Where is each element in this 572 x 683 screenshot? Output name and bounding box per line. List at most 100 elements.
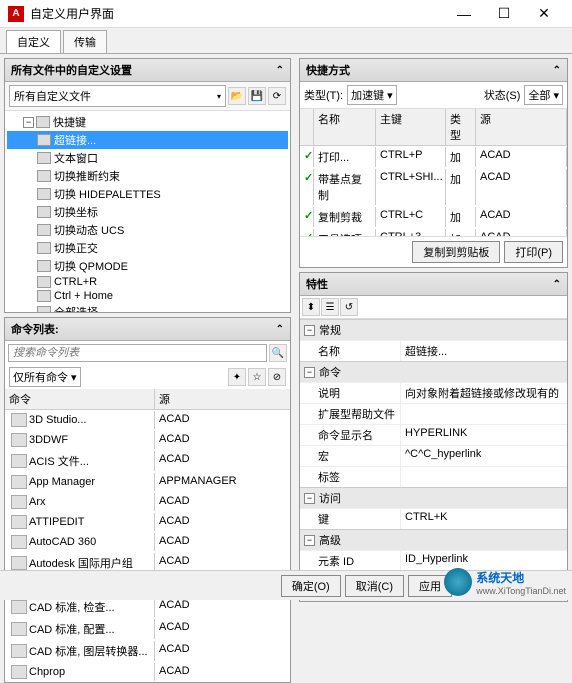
command-row[interactable]: 3D Studio...ACAD	[5, 410, 290, 430]
tree-label: 超链接...	[54, 132, 96, 148]
tree-item[interactable]: 切换 QPMODE	[7, 257, 288, 275]
expand-icon[interactable]: −	[304, 493, 315, 504]
ok-button[interactable]: 确定(O)	[281, 575, 341, 597]
dropdown-label: 所有自定义文件	[14, 88, 91, 104]
watermark-text: 系统天地	[476, 569, 566, 586]
expand-icon[interactable]: −	[304, 535, 315, 546]
copy-clipboard-button[interactable]: 复制到剪贴板	[412, 241, 500, 263]
sync-icon[interactable]: ⟳	[268, 87, 286, 105]
expand-icon[interactable]: −	[23, 117, 34, 128]
tab-transfer[interactable]: 传输	[63, 30, 107, 53]
cmd-source: ACAD	[155, 597, 290, 617]
expand-icon[interactable]: −	[304, 325, 315, 336]
cat-icon[interactable]: ☰	[321, 298, 339, 316]
col-key[interactable]: 主键	[376, 109, 446, 145]
sort-icon[interactable]: ⬍	[302, 298, 320, 316]
col-type[interactable]: 类型	[446, 109, 476, 145]
customization-tree[interactable]: − 快捷键 超链接... 文本窗口切换推断约束切换 HIDEPALETTES切换坐…	[5, 111, 290, 312]
tool-icon[interactable]: ☆	[248, 368, 266, 386]
prop-value[interactable]	[400, 404, 567, 424]
sc-name: 带基点复制	[314, 169, 376, 205]
status-label: 状态(S)	[484, 87, 521, 103]
command-row[interactable]: CAD 标准, 图层转换器...ACAD	[5, 640, 290, 662]
tree-label: 文本窗口	[54, 150, 98, 166]
section-label: 命令	[319, 364, 341, 380]
filter-select[interactable]: 仅所有命令 ▾	[9, 367, 81, 387]
tree-item[interactable]: 切换正交	[7, 239, 288, 257]
file-dropdown[interactable]: 所有自定义文件 ▾	[9, 85, 226, 107]
shortcut-row[interactable]: ✓复制剪裁CTRL+C加ACAD	[300, 206, 567, 228]
watermark-logo-icon	[444, 568, 472, 596]
collapse-icon[interactable]: ⌃	[553, 279, 561, 290]
tree-item[interactable]: 切换 HIDEPALETTES	[7, 185, 288, 203]
sc-key: CTRL+P	[376, 147, 446, 167]
shortcut-row[interactable]: ✓打印...CTRL+P加ACAD	[300, 146, 567, 168]
reset-icon[interactable]: ↺	[340, 298, 358, 316]
command-row[interactable]: CAD 标准, 配置...ACAD	[5, 618, 290, 640]
prop-value[interactable]: 向对象附着超链接或修改现有的	[400, 383, 567, 403]
col-header-source[interactable]: 源	[155, 389, 290, 409]
shortcut-row[interactable]: ✓工具选项板CTRL+3加ACAD	[300, 228, 567, 236]
tool-icon[interactable]: ✦	[228, 368, 246, 386]
item-icon	[37, 152, 51, 164]
search-icon[interactable]: 🔍	[269, 344, 287, 362]
command-row[interactable]: ACIS 文件... ACAD	[5, 450, 290, 472]
shortcuts-table[interactable]: 名称 主键 类型 源 ✓打印...CTRL+P加ACAD✓带基点复制CTRL+S…	[300, 109, 567, 236]
prop-value[interactable]: CTRL+K	[400, 509, 567, 529]
tree-item[interactable]: 切换动态 UCS	[7, 221, 288, 239]
sc-key: CTRL+C	[376, 207, 446, 227]
panel-properties: 特性 ⌃ ⬍ ☰ ↺ −常规 名称超链接... −命令 说明向对象附着超链接或修…	[299, 272, 568, 602]
section-label: 常规	[319, 322, 341, 338]
command-row[interactable]: AutoCAD 360ACAD	[5, 532, 290, 552]
cmd-name: ACIS 文件...	[29, 453, 89, 469]
tree-item[interactable]: 切换坐标	[7, 203, 288, 221]
prop-value[interactable]: HYPERLINK	[400, 425, 567, 445]
type-select[interactable]: 加速键 ▾	[347, 85, 397, 105]
sc-source: ACAD	[476, 229, 567, 236]
status-select[interactable]: 全部 ▾	[524, 85, 563, 105]
panel-header: 所有文件中的自定义设置 ⌃	[5, 59, 290, 82]
cmd-source: ACAD	[155, 533, 290, 551]
maximize-button[interactable]: ☐	[484, 0, 524, 28]
search-input[interactable]	[8, 344, 267, 362]
cmd-icon	[11, 433, 27, 447]
prop-value[interactable]: 超链接...	[400, 341, 567, 361]
tree-item[interactable]: CTRL+R	[7, 275, 288, 289]
command-row[interactable]: ChpropACAD	[5, 662, 290, 682]
tree-item[interactable]: 文本窗口	[7, 149, 288, 167]
prop-value[interactable]	[400, 467, 567, 487]
tree-item[interactable]: Ctrl + Home	[7, 289, 288, 303]
shortcut-row[interactable]: ✓带基点复制CTRL+SHI...加ACAD	[300, 168, 567, 206]
print-button[interactable]: 打印(P)	[504, 241, 563, 263]
collapse-icon[interactable]: ⌃	[553, 65, 561, 76]
prop-value[interactable]: ^C^C_hyperlink	[400, 446, 567, 466]
save-icon[interactable]: 💾	[248, 87, 266, 105]
command-list[interactable]: 命令 源 3D Studio...ACAD3DDWFACADACIS 文件...…	[5, 389, 290, 682]
col-source[interactable]: 源	[476, 109, 567, 145]
collapse-icon[interactable]: ⌃	[276, 65, 284, 76]
col-header-command[interactable]: 命令	[5, 389, 155, 409]
minimize-button[interactable]: —	[444, 0, 484, 28]
item-icon	[37, 306, 51, 312]
tree-item[interactable]: 全部选择	[7, 303, 288, 312]
tool-icon[interactable]: ⊘	[268, 368, 286, 386]
sc-type: 加	[446, 169, 476, 205]
command-row[interactable]: ArxACAD	[5, 492, 290, 512]
properties-grid[interactable]: −常规 名称超链接... −命令 说明向对象附着超链接或修改现有的扩展型帮助文件…	[300, 319, 567, 571]
cancel-button[interactable]: 取消(C)	[345, 575, 404, 597]
cmd-icon	[11, 622, 27, 636]
tab-customize[interactable]: 自定义	[6, 30, 61, 53]
tree-item[interactable]: 切换推断约束	[7, 167, 288, 185]
cmd-source: ACAD	[155, 451, 290, 471]
tree-item-selected[interactable]: 超链接...	[7, 131, 288, 149]
command-row[interactable]: App ManagerAPPMANAGER	[5, 472, 290, 492]
col-name[interactable]: 名称	[314, 109, 376, 145]
collapse-icon[interactable]: ⌃	[276, 324, 284, 335]
close-button[interactable]: ✕	[524, 0, 564, 28]
open-icon[interactable]: 📂	[228, 87, 246, 105]
command-row[interactable]: 3DDWFACAD	[5, 430, 290, 450]
command-row[interactable]: ATTIPEDITACAD	[5, 512, 290, 532]
expand-icon[interactable]: −	[304, 367, 315, 378]
cmd-source: ACAD	[155, 513, 290, 531]
tree-label[interactable]: 快捷键	[53, 114, 86, 130]
